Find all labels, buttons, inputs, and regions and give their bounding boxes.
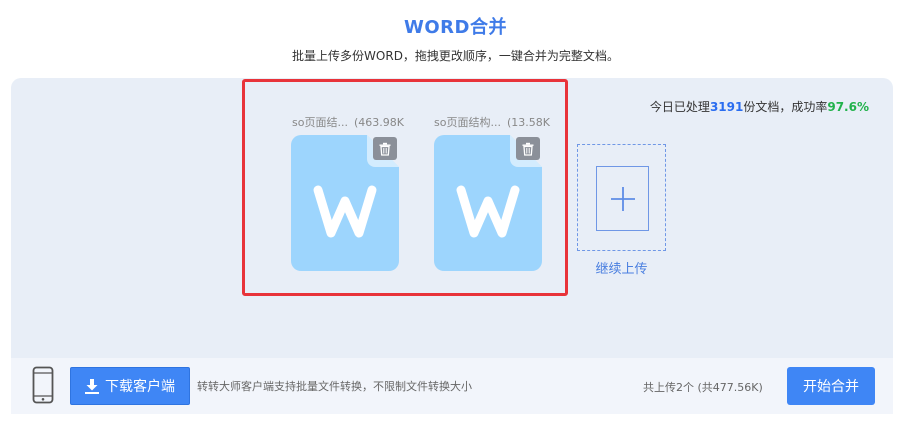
mobile-phone-icon (32, 366, 54, 404)
file-name-row: so页面结... (463.98K (291, 114, 404, 130)
stats-rate: 97.6% (827, 100, 869, 114)
plus-icon (610, 186, 635, 211)
page: WORD合并 批量上传多份WORD，拖拽更改顺序，一键合并为完整文档。 今日已处… (0, 0, 911, 424)
client-promo-text: 转转大师客户端支持批量文件转换，不限制文件转换大小 (197, 380, 472, 393)
upload-panel: 今日已处理3191份文档，成功率97.6% so页面结... (463.98K (11, 78, 893, 358)
file-name: so页面结构... (434, 116, 501, 129)
stats-middle: 份文档，成功率 (743, 100, 828, 114)
trash-icon (522, 142, 534, 156)
footer-bar: 下载客户端 转转大师客户端支持批量文件转换，不限制文件转换大小 共上传2个 (共… (11, 358, 893, 414)
delete-file-button[interactable] (516, 137, 540, 160)
trash-icon (379, 142, 391, 156)
delete-file-button[interactable] (373, 137, 397, 160)
add-file-inner (596, 166, 649, 231)
download-client-label: 下载客户端 (105, 379, 175, 395)
stats-prefix: 今日已处理 (649, 100, 710, 114)
start-merge-button[interactable]: 开始合并 (787, 367, 875, 405)
processing-stats: 今日已处理3191份文档，成功率97.6% (650, 98, 869, 115)
download-icon (85, 378, 99, 394)
file-card[interactable]: so页面结构... (13.58K (434, 114, 550, 271)
add-file-button[interactable] (577, 144, 666, 251)
file-size: (13.58K (506, 116, 550, 129)
file-name: so页面结... (292, 116, 348, 129)
page-subtitle: 批量上传多份WORD，拖拽更改顺序，一键合并为完整文档。 (292, 49, 619, 63)
upload-summary: 共上传2个 (共477.56K) (643, 381, 763, 394)
page-title: WORD合并 (404, 17, 507, 38)
download-client-button[interactable]: 下载客户端 (70, 367, 190, 405)
file-size: (463.98K (353, 116, 404, 129)
continue-upload-label[interactable]: 继续上传 (577, 258, 666, 277)
stats-count: 3191 (709, 100, 744, 114)
file-name-row: so页面结构... (13.58K (434, 114, 550, 130)
file-card[interactable]: so页面结... (463.98K (291, 114, 404, 271)
